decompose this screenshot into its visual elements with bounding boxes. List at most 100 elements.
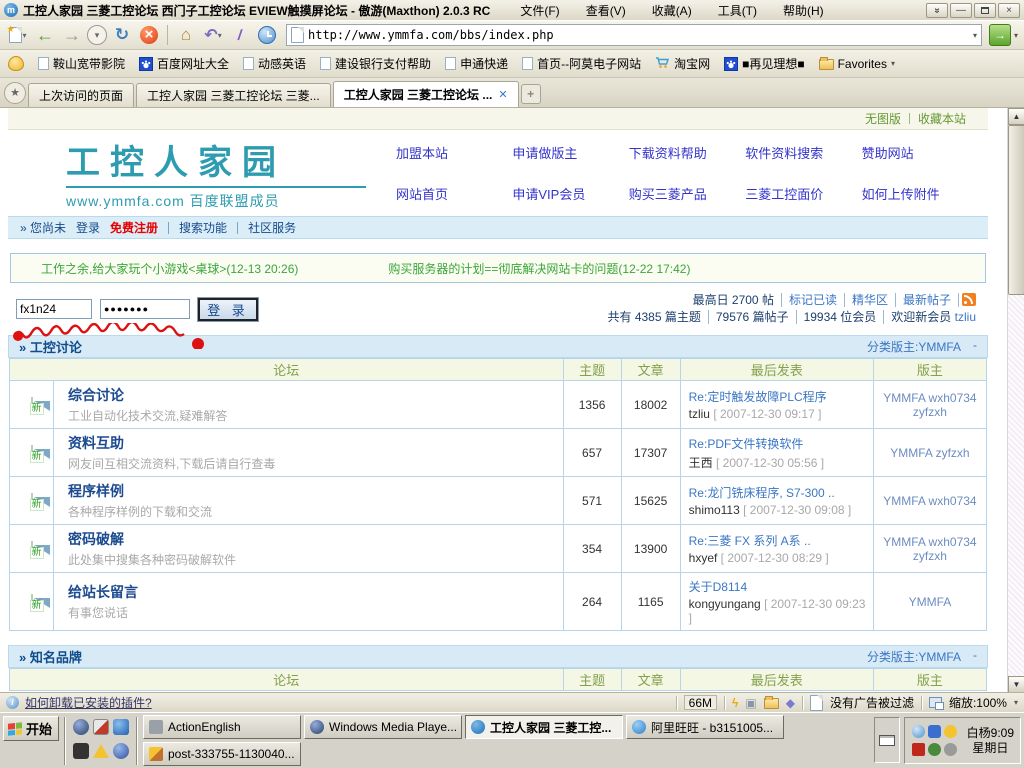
scroll-up-icon[interactable]: ▲ xyxy=(1008,108,1024,125)
forum-link[interactable]: 密码破解 xyxy=(68,529,561,549)
go-button[interactable]: → xyxy=(989,24,1011,46)
task-maxthon-active[interactable]: 工控人家园 三菱工控... xyxy=(465,715,623,739)
moderators-links[interactable]: YMMFA wxh0734 zyfzxh xyxy=(873,381,986,429)
history-clock-icon[interactable] xyxy=(255,23,279,47)
zoom-icon[interactable] xyxy=(929,697,942,708)
magic-wand-icon[interactable]: / xyxy=(226,21,253,48)
home-icon[interactable]: ⌂ xyxy=(174,23,198,47)
undo-icon[interactable]: ↶▾ xyxy=(201,23,225,47)
link-vip-member[interactable]: 申请VIP会员 xyxy=(512,184,628,203)
link-join-site[interactable]: 加盟本站 xyxy=(396,143,512,162)
scroll-down-icon[interactable]: ▼ xyxy=(1008,676,1024,692)
quick-image-viewer-icon[interactable] xyxy=(93,719,109,735)
link-download-help[interactable]: 下载资料帮助 xyxy=(629,143,745,162)
close-button[interactable]: × xyxy=(998,3,1020,18)
username-input[interactable] xyxy=(16,299,92,319)
moderators-links[interactable]: YMMFA zyfzxh xyxy=(873,429,986,477)
tray-security-shield-icon[interactable] xyxy=(944,725,957,738)
taskbar-clock[interactable]: 白杨9:09 星期日 xyxy=(965,726,1014,756)
quick-messenger-icon[interactable] xyxy=(73,743,89,759)
favorites-shield-icon[interactable] xyxy=(8,56,24,71)
collapse-section-icon[interactable]: - xyxy=(973,338,977,355)
last-post-author[interactable]: tzliu xyxy=(689,407,710,421)
tray-input-method-icon[interactable] xyxy=(912,743,925,756)
tab-forum-1[interactable]: 工控人家园 三菱工控论坛 三菱... xyxy=(136,83,331,107)
bookmark-item[interactable]: 淘宝网 xyxy=(655,55,710,72)
forum-link[interactable]: 程序样例 xyxy=(68,481,561,501)
quick-warning-icon[interactable] xyxy=(93,744,109,758)
forward-icon[interactable]: → xyxy=(60,23,84,47)
link-price-list[interactable]: 三菱工控面价 xyxy=(745,184,861,203)
last-post-link[interactable]: Re:龙门铣床程序, S7-300 .. xyxy=(689,484,871,501)
moderators-links[interactable]: YMMFA wxh0734 xyxy=(873,477,986,525)
quick-browser-icon[interactable] xyxy=(113,719,129,735)
link-buy-mitsubishi[interactable]: 购买三菱产品 xyxy=(629,184,745,203)
tray-app-icon[interactable] xyxy=(928,725,941,738)
download-folder-icon[interactable] xyxy=(764,698,779,709)
digest-link[interactable]: 精华区 xyxy=(845,293,896,307)
link-software-search[interactable]: 软件资料搜索 xyxy=(745,143,861,162)
moderators-links[interactable]: YMMFA wxh0734 zyfzxh xyxy=(873,525,986,573)
task-media-player[interactable]: Windows Media Playe... xyxy=(304,715,462,739)
keyboard-tray-section[interactable] xyxy=(874,717,900,763)
collapse-toolbar-button[interactable]: » xyxy=(926,3,948,18)
site-logo[interactable]: 工控人家园 www.ymmfa.com 百度联盟成员 xyxy=(66,135,366,211)
uninstall-plugin-link[interactable]: 如何卸载已安装的插件? xyxy=(25,694,152,711)
new-member-link[interactable]: tzliu xyxy=(955,310,976,324)
category-moderator-link[interactable]: 分类版主:YMMFA xyxy=(867,338,961,355)
go-dropdown-icon[interactable]: ▾ xyxy=(1014,31,1018,40)
stop-icon[interactable]: × xyxy=(137,23,161,47)
announcement-link[interactable]: 工作之余,给大家玩个小游戏<桌球>(12-13 20:26) xyxy=(41,260,298,277)
last-post-link[interactable]: Re:三菱 FX 系列 A系 .. xyxy=(689,532,871,549)
zoom-dropdown-icon[interactable]: ▾ xyxy=(1014,698,1018,707)
bookmark-item[interactable]: 申通快递 xyxy=(445,55,508,72)
announcement-link[interactable]: 购买服务器的计划==彻底解决网站卡的问题(12-22 17:42) xyxy=(388,260,690,277)
scrollbar-thumb[interactable] xyxy=(1008,125,1024,295)
menu-view[interactable]: 查看(V) xyxy=(584,1,628,20)
minimize-button[interactable]: — xyxy=(950,3,972,18)
bookmark-site-link[interactable]: 收藏本站 xyxy=(918,110,966,127)
bookmark-item[interactable]: 百度网址大全 xyxy=(139,55,229,72)
tab-forum-active[interactable]: 工控人家园 三菱工控论坛 ...✕ xyxy=(333,81,519,107)
favorites-folder-menu[interactable]: Favorites▾ xyxy=(819,57,895,71)
moderators-links[interactable]: YMMFA xyxy=(873,573,986,631)
register-link[interactable]: 免费注册 xyxy=(110,219,158,236)
link-sponsor[interactable]: 赞助网站 xyxy=(862,143,978,162)
task-aliwangwang[interactable]: 阿里旺旺 - b3151005... xyxy=(626,715,784,739)
tab-last-visited[interactable]: 上次访问的页面 xyxy=(28,83,134,107)
quick-app-icon[interactable] xyxy=(113,743,129,759)
password-input[interactable] xyxy=(100,299,190,319)
address-input[interactable] xyxy=(308,28,969,42)
windows-icon[interactable]: ▣ xyxy=(745,696,756,710)
menu-favorites[interactable]: 收藏(A) xyxy=(650,1,694,20)
bookmark-item[interactable]: ■再见理想■ xyxy=(724,55,805,72)
forum-link[interactable]: 给站长留言 xyxy=(68,582,561,602)
address-dropdown-icon[interactable]: ▾ xyxy=(973,31,977,40)
restore-button[interactable] xyxy=(974,3,996,18)
last-post-link[interactable]: 关于D8114 xyxy=(689,578,871,595)
menu-help[interactable]: 帮助(H) xyxy=(781,1,826,20)
link-apply-moderator[interactable]: 申请做版主 xyxy=(512,143,628,162)
tray-volume-icon[interactable] xyxy=(928,743,941,756)
vertical-scrollbar[interactable]: ▲ ▼ xyxy=(1007,108,1024,692)
category-moderator-link[interactable]: 分类版主:YMMFA xyxy=(867,648,961,665)
rss-icon[interactable] xyxy=(962,293,976,306)
lightning-icon[interactable]: ϟ xyxy=(732,696,738,710)
refresh-icon[interactable]: ↻ xyxy=(110,23,134,47)
task-actionenglish[interactable]: ActionEnglish xyxy=(143,715,301,739)
newest-posts-link[interactable]: 最新帖子 xyxy=(896,293,959,307)
community-service-link[interactable]: 社区服务 xyxy=(248,219,296,236)
login-button[interactable]: 登 录 xyxy=(198,298,258,321)
last-post-author[interactable]: hxyef xyxy=(689,551,718,565)
no-image-link[interactable]: 无图版 xyxy=(865,110,901,127)
zoom-level[interactable]: 缩放:100% xyxy=(949,694,1007,711)
search-link[interactable]: 搜索功能 xyxy=(179,219,227,236)
link-upload-help[interactable]: 如何上传附件 xyxy=(862,184,978,203)
ad-filter-icon[interactable] xyxy=(810,695,823,711)
quick-media-player-icon[interactable] xyxy=(73,719,89,735)
address-bar[interactable]: ▾ xyxy=(286,24,982,46)
forum-link[interactable]: 资料互助 xyxy=(68,433,561,453)
new-tab-icon[interactable]: ★▾ xyxy=(6,23,30,47)
bookmark-item[interactable]: 动感英语 xyxy=(243,55,306,72)
tab-close-icon[interactable]: ✕ xyxy=(498,88,507,101)
